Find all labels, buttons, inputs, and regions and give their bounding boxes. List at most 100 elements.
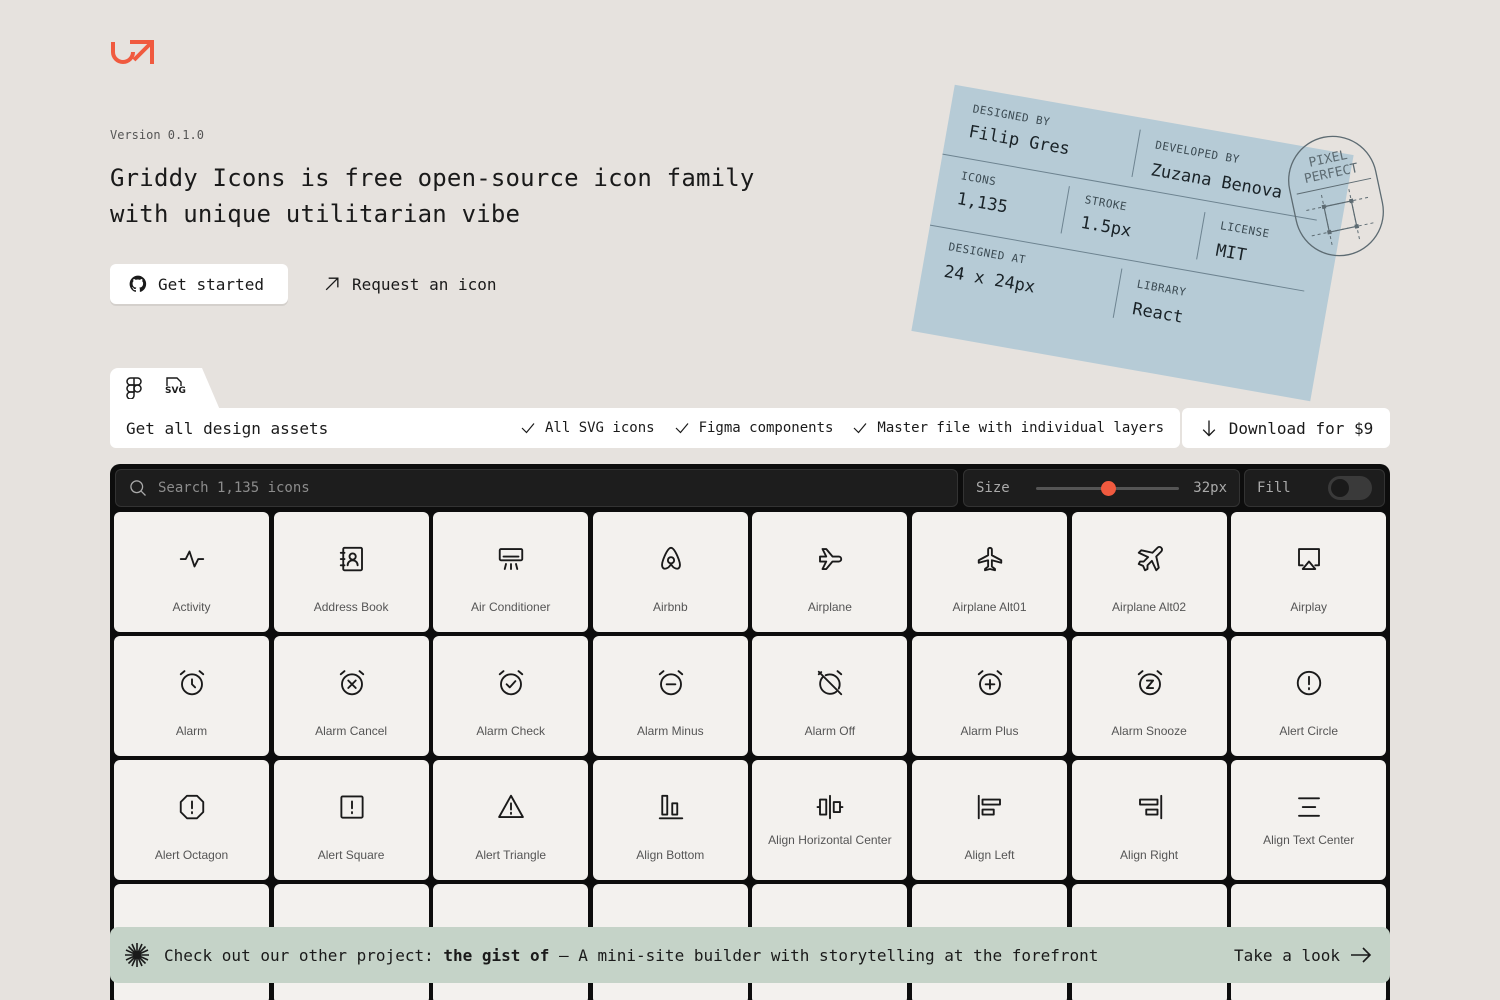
ticket-stroke: 1.5px xyxy=(1079,212,1133,242)
banner-suffix: — A mini-site builder with storytelling … xyxy=(558,945,1099,965)
ticket-license: MIT xyxy=(1214,240,1248,266)
ticket-divider xyxy=(1060,186,1070,234)
icon-card-airplay[interactable]: Airplay xyxy=(1231,512,1387,632)
assets-bar: Get all design assets All SVG icons Figm… xyxy=(110,408,1180,448)
feature-item: Master file with individual layers xyxy=(851,419,1164,437)
icon-card-alarm-cancel[interactable]: Alarm Cancel xyxy=(273,636,429,756)
fill-toggle[interactable] xyxy=(1328,476,1372,500)
feature-label: All SVG icons xyxy=(544,420,655,436)
ticket-library-label: LIBRARY xyxy=(1135,277,1188,299)
icon-name: Alert Triangle xyxy=(475,848,547,862)
icon-card-alert-square[interactable]: Alert Square xyxy=(273,760,429,880)
search-icon xyxy=(130,480,146,496)
icon-name: Activity xyxy=(172,600,211,614)
icon-card-align-bottom[interactable]: Align Bottom xyxy=(592,760,748,880)
icon-name: Airplay xyxy=(1290,600,1327,614)
download-label: Download for $9 xyxy=(1228,418,1374,438)
align-right-icon xyxy=(1138,794,1162,820)
feature-item: Figma components xyxy=(673,419,833,437)
ticket-designed-by: Filip Gres xyxy=(967,122,1072,160)
icon-card-alarm-plus[interactable]: Alarm Plus xyxy=(911,636,1067,756)
size-slider-thumb[interactable] xyxy=(1100,480,1116,496)
airplane-alt01-icon xyxy=(977,546,1003,572)
ticket-divider xyxy=(1196,212,1206,260)
icon-name: Align Text Center xyxy=(1263,833,1355,847)
icon-card-alarm-minus[interactable]: Alarm Minus xyxy=(592,636,748,756)
icon-name: Alert Square xyxy=(317,848,385,862)
align-text-center-icon xyxy=(1298,797,1321,817)
icon-name: Alarm Snooze xyxy=(1111,724,1187,738)
align-horizontal-center-icon xyxy=(816,794,844,820)
feature-item: All SVG icons xyxy=(519,419,655,437)
size-label: Size xyxy=(976,480,1010,496)
icon-card-airbnb[interactable]: Airbnb xyxy=(592,512,748,632)
alarm-off-icon xyxy=(818,670,843,696)
icon-card-alert-triangle[interactable]: Alert Triangle xyxy=(433,760,589,880)
activity-icon xyxy=(179,550,205,568)
icon-card-airplane-alt02[interactable]: Airplane Alt02 xyxy=(1071,512,1227,632)
icon-card-airplane-alt01[interactable]: Airplane Alt01 xyxy=(911,512,1067,632)
check-icon xyxy=(853,423,867,434)
align-left-icon xyxy=(977,794,1001,820)
ticket-divider xyxy=(1112,268,1123,318)
icon-name: Airbnb xyxy=(652,600,688,614)
icon-name: Align Horizontal Center xyxy=(768,833,892,847)
airplay-icon xyxy=(1298,548,1321,570)
banner-prefix: Check out our other project: xyxy=(164,945,434,965)
request-icon-link[interactable]: Request an icon xyxy=(322,264,497,304)
icon-card-alarm-off[interactable]: Alarm Off xyxy=(752,636,908,756)
fill-label: Fill xyxy=(1257,480,1291,496)
airbnb-icon xyxy=(660,546,681,570)
ticket-library: React xyxy=(1130,299,1185,328)
banner-project-name[interactable]: the gist of xyxy=(443,946,549,965)
icon-card-airplane[interactable]: Airplane xyxy=(752,512,908,632)
icon-card-alert-circle[interactable]: Alert Circle xyxy=(1231,636,1387,756)
icon-card-activity[interactable]: Activity xyxy=(114,512,269,632)
arrow-down-icon xyxy=(1202,420,1216,437)
ticket-designed-at: 24 x 24px xyxy=(942,261,1037,298)
search-box[interactable] xyxy=(115,469,958,507)
arrow-right-icon xyxy=(1351,947,1372,963)
page-headline: Griddy Icons is free open-source icon fa… xyxy=(110,164,755,228)
get-started-label: Get started xyxy=(158,274,264,294)
icon-card-align-right[interactable]: Align Right xyxy=(1071,760,1227,880)
ticket-divider xyxy=(1131,129,1141,177)
starburst-icon xyxy=(125,943,149,967)
take-a-look-link[interactable]: Take a look xyxy=(1234,946,1372,965)
figma-icon[interactable] xyxy=(126,377,142,399)
download-button[interactable]: Download for $9 xyxy=(1182,408,1390,448)
icon-card-air-conditioner[interactable]: Air Conditioner xyxy=(433,512,589,632)
alert-triangle-icon xyxy=(498,794,524,818)
icon-name: Alert Octagon xyxy=(154,848,229,862)
griddy-logo[interactable] xyxy=(110,38,156,66)
icon-card-alarm[interactable]: Alarm xyxy=(114,636,269,756)
icon-name: Alarm Check xyxy=(476,724,546,738)
airplane-icon xyxy=(819,548,843,570)
icon-name: Alarm Off xyxy=(804,724,856,738)
icon-name: Align Left xyxy=(964,848,1015,862)
icon-card-align-left[interactable]: Align Left xyxy=(911,760,1067,880)
search-input[interactable] xyxy=(158,480,938,496)
icon-name: Alarm Minus xyxy=(636,724,704,738)
alarm-icon xyxy=(179,670,205,696)
ticket-designed-at-label: DESIGNED AT xyxy=(947,240,1027,267)
check-icon xyxy=(675,423,689,434)
ticket-stroke-label: STROKE xyxy=(1083,193,1129,214)
icon-card-alarm-snooze[interactable]: Alarm Snooze xyxy=(1071,636,1227,756)
svg-file-icon[interactable]: SVG xyxy=(164,377,186,399)
size-slider[interactable] xyxy=(1035,480,1180,496)
icon-name: Airplane Alt02 xyxy=(1112,600,1187,614)
svg-file-label: SVG xyxy=(165,386,186,396)
fill-control: Fill xyxy=(1244,469,1385,507)
take-a-look-label: Take a look xyxy=(1234,945,1340,965)
airplane-alt02-icon xyxy=(1137,546,1163,572)
icon-card-alarm-check[interactable]: Alarm Check xyxy=(433,636,589,756)
icon-card-align-text-center[interactable]: Align Text Center xyxy=(1231,760,1387,880)
icon-card-align-horizontal-center[interactable]: Align Horizontal Center xyxy=(752,760,908,880)
alarm-check-icon xyxy=(499,670,524,696)
get-started-button[interactable]: Get started xyxy=(110,264,288,304)
icon-card-alert-octagon[interactable]: Alert Octagon xyxy=(114,760,269,880)
promo-banner: Check out our other project: the gist of… xyxy=(110,927,1390,983)
ticket-license-label: LICENSE xyxy=(1219,219,1271,241)
icon-card-address-book[interactable]: Address Book xyxy=(273,512,429,632)
